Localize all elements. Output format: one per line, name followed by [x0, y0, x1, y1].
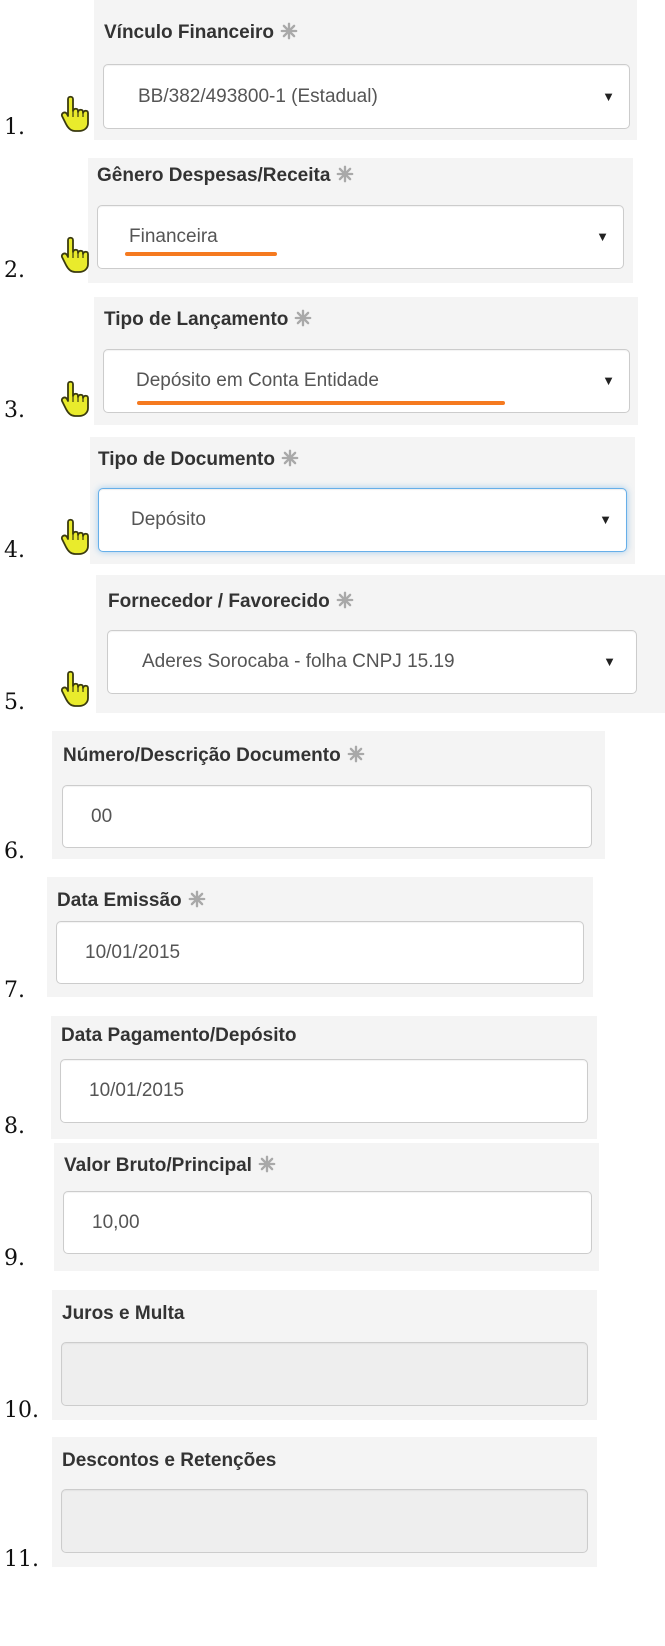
- caret-down-icon: ▼: [602, 88, 615, 104]
- step-6-label: Número/Descrição Documento: [63, 745, 365, 767]
- step-1-number: 1.: [4, 115, 25, 140]
- numero-documento-input[interactable]: 00: [62, 785, 592, 848]
- step-5-label: Fornecedor / Favorecido: [108, 591, 354, 613]
- step-2-number: 2.: [4, 258, 25, 283]
- step-10-number: 10.: [4, 1398, 39, 1423]
- caret-down-icon: ▼: [599, 512, 612, 527]
- highlight-underline: [125, 252, 277, 256]
- pointing-hand-icon: [60, 670, 100, 708]
- step-4-label: Tipo de Documento: [98, 449, 299, 471]
- step-11-number: 11.: [4, 1547, 39, 1572]
- step-5-number: 5.: [4, 690, 25, 715]
- required-asterisk-icon: [188, 890, 206, 908]
- vinculo-financeiro-select[interactable]: BB/382/493800-1 (Estadual) ▼: [103, 64, 630, 129]
- step-4-number: 4.: [4, 538, 25, 563]
- caret-down-icon: ▼: [602, 373, 615, 388]
- caret-down-icon: ▼: [603, 654, 616, 669]
- fornecedor-select[interactable]: Aderes Sorocaba - folha CNPJ 15.19 ▼: [107, 630, 637, 694]
- required-asterisk-icon: [347, 745, 365, 763]
- genero-despesas-select[interactable]: Financeira ▼: [97, 205, 624, 269]
- data-pagamento-input[interactable]: 10/01/2015: [60, 1059, 588, 1123]
- descontos-retencoes-input[interactable]: [61, 1489, 588, 1553]
- valor-bruto-input[interactable]: 10,00: [63, 1191, 592, 1254]
- numero-documento-value: 00: [91, 805, 113, 827]
- step-9-label: Valor Bruto/Principal: [64, 1155, 276, 1177]
- genero-despesas-value: Financeira: [129, 226, 218, 247]
- step-3-label: Tipo de Lançamento: [104, 309, 312, 331]
- juros-multa-input[interactable]: [61, 1342, 588, 1406]
- valor-bruto-value: 10,00: [92, 1211, 140, 1233]
- step-3-number: 3.: [4, 398, 25, 423]
- pointing-hand-icon: [60, 236, 100, 274]
- step-7-number: 7.: [4, 978, 25, 1003]
- required-asterisk-icon: [258, 1155, 276, 1173]
- pointing-hand-icon: [60, 95, 100, 133]
- tipo-documento-select[interactable]: Depósito ▼: [98, 488, 627, 552]
- highlight-underline: [137, 401, 505, 405]
- step-11-label: Descontos e Retenções: [62, 1450, 277, 1471]
- step-8-number: 8.: [4, 1114, 25, 1139]
- caret-down-icon: ▼: [596, 229, 609, 244]
- fornecedor-value: Aderes Sorocaba - folha CNPJ 15.19: [142, 651, 455, 672]
- step-9-number: 9.: [4, 1246, 25, 1271]
- step-6-number: 6.: [4, 839, 25, 864]
- step-2-label: Gênero Despesas/Receita: [97, 165, 354, 187]
- required-asterisk-icon: [336, 591, 354, 609]
- pointing-hand-icon: [60, 380, 100, 418]
- tipo-documento-value: Depósito: [131, 509, 206, 530]
- step-10-label: Juros e Multa: [62, 1303, 185, 1324]
- step-8-label: Data Pagamento/Depósito: [61, 1025, 297, 1046]
- required-asterisk-icon: [280, 22, 298, 40]
- required-asterisk-icon: [294, 309, 312, 327]
- required-asterisk-icon: [281, 449, 299, 467]
- step-7-label: Data Emissão: [57, 890, 206, 912]
- required-asterisk-icon: [336, 165, 354, 183]
- data-pagamento-value: 10/01/2015: [89, 1080, 185, 1101]
- vinculo-financeiro-value: BB/382/493800-1 (Estadual): [138, 85, 378, 107]
- step-1-label: Vínculo Financeiro: [104, 22, 298, 44]
- data-emissao-value: 10/01/2015: [85, 941, 181, 963]
- pointing-hand-icon: [60, 518, 100, 556]
- data-emissao-input[interactable]: 10/01/2015: [56, 921, 584, 984]
